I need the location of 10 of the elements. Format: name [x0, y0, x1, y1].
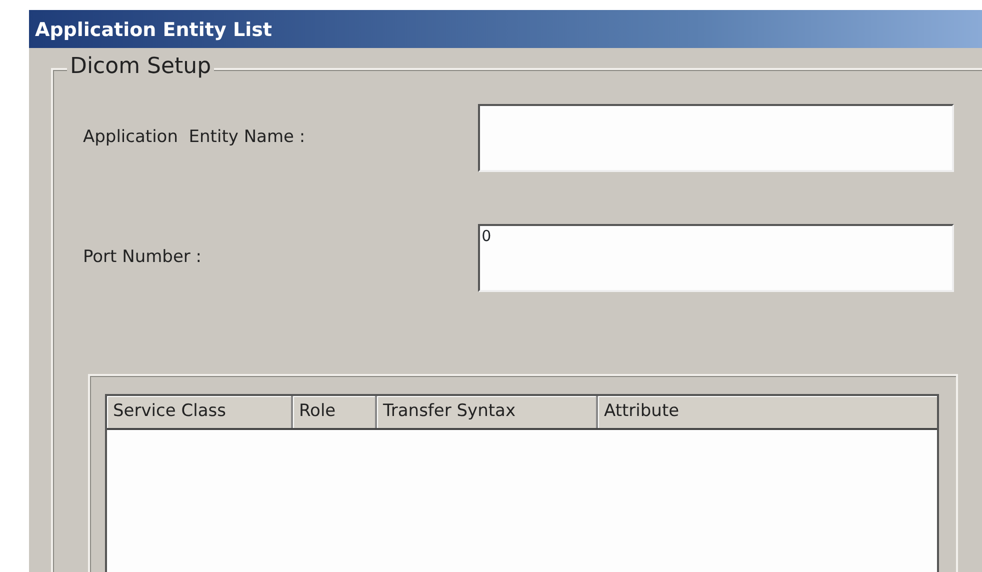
column-header[interactable]: Attribute: [598, 396, 937, 428]
field-label: Port Number :: [83, 246, 203, 270]
column-header[interactable]: Service Class: [107, 396, 293, 428]
group-title: Dicom Setup: [67, 54, 214, 80]
window-title: Application Entity List: [29, 10, 982, 48]
input-field[interactable]: 0: [478, 224, 954, 292]
input-field[interactable]: [478, 104, 954, 172]
column-header[interactable]: Transfer Syntax: [377, 396, 598, 428]
field-label: Application Entity Name :: [83, 126, 306, 150]
column-header[interactable]: Role: [293, 396, 377, 428]
